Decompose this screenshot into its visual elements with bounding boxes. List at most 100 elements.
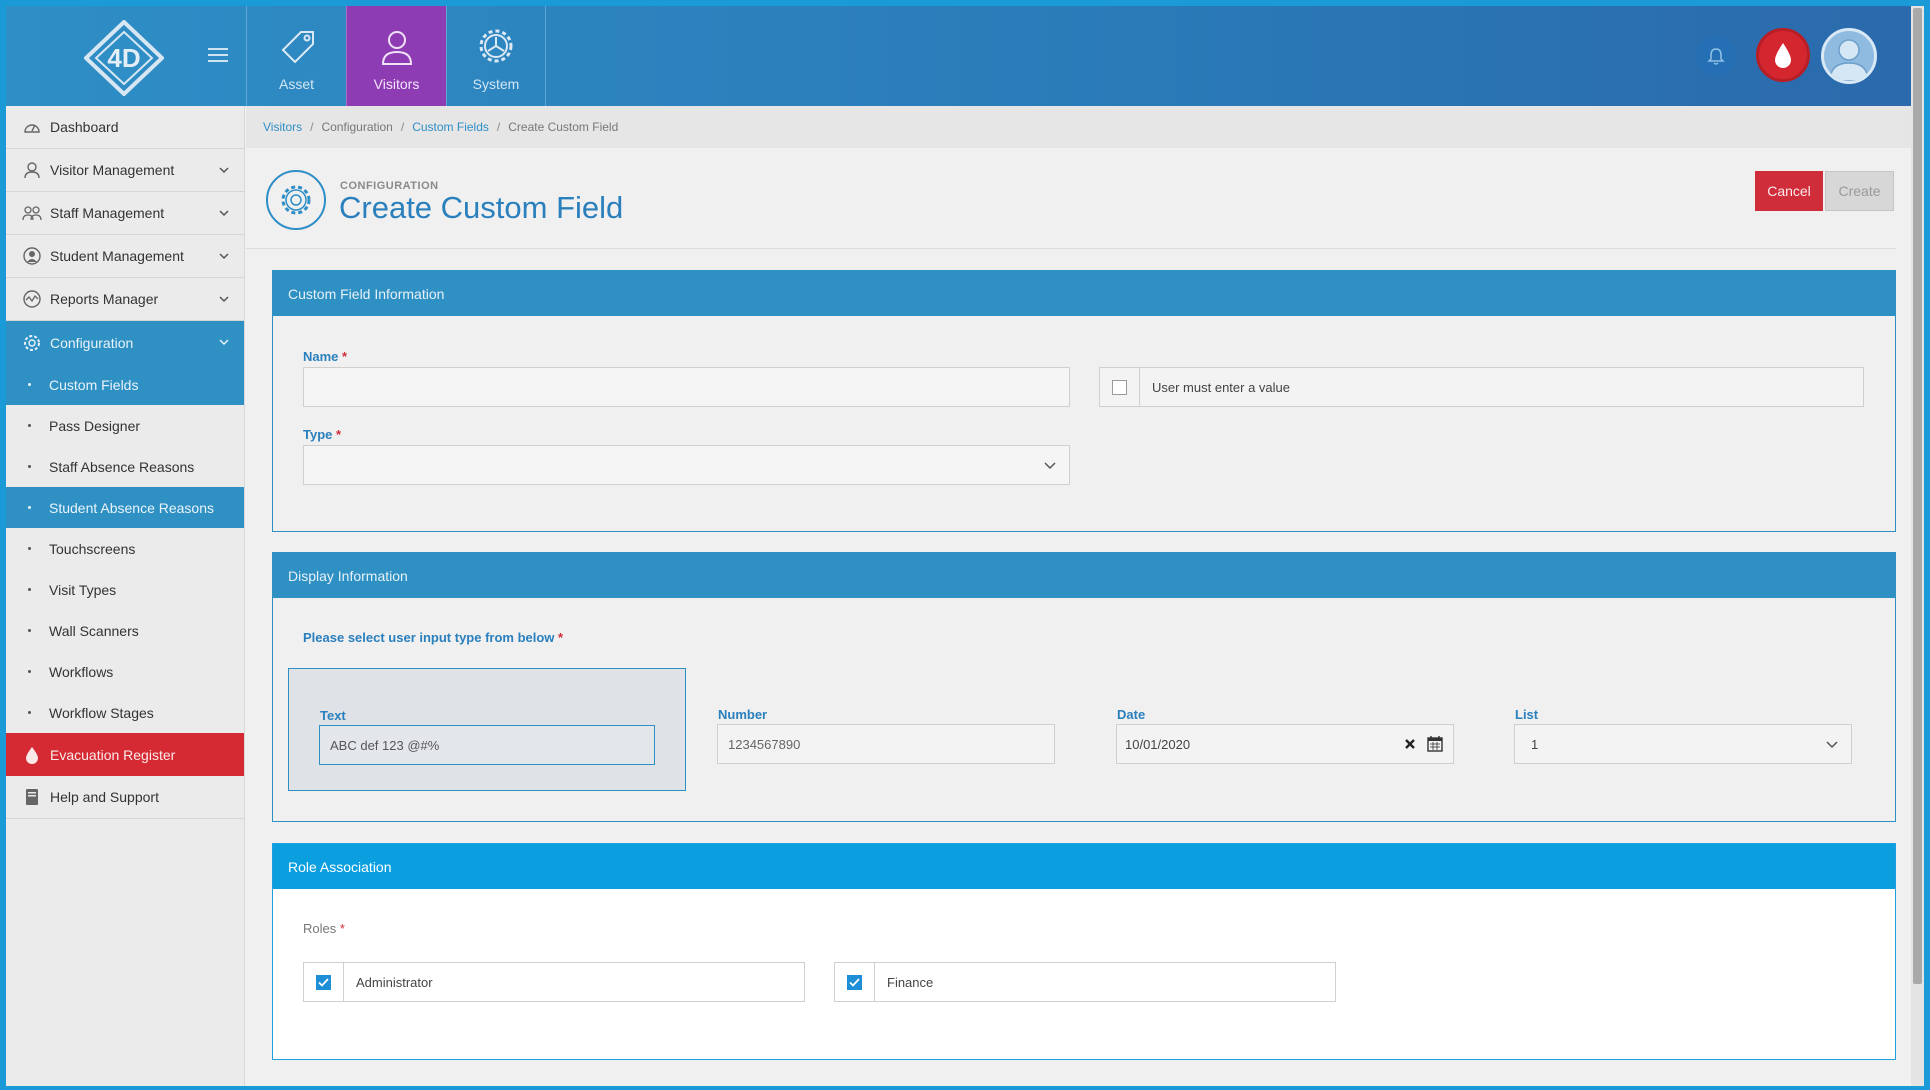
sidebar-item-student-management[interactable]: Student Management (6, 235, 244, 278)
sidebar-item-label: Dashboard (50, 119, 119, 135)
roles-label: Roles * (303, 921, 345, 936)
sidebar-item-help-and-support[interactable]: Help and Support (6, 776, 244, 819)
sidebar-subitem-wall-scanners[interactable]: Wall Scanners (6, 610, 244, 651)
name-input[interactable] (303, 367, 1070, 407)
sidebar-item-label: Reports Manager (50, 291, 159, 307)
panel-title: Role Association (273, 844, 1895, 889)
chevron-down-icon (218, 163, 230, 179)
sidebar-subitem-label: Custom Fields (49, 376, 139, 393)
finance-checkbox[interactable] (847, 974, 862, 990)
display-information-panel: Display Information Please select user i… (272, 552, 1896, 822)
sidebar-subitem-workflow-stages[interactable]: Workflow Stages (6, 692, 244, 733)
role-label: Finance (887, 974, 934, 990)
gear-icon (22, 333, 42, 353)
sidebar-subitem-label: Staff Absence Reasons (49, 458, 195, 475)
evacuation-drop-icon[interactable] (1756, 28, 1810, 82)
text-type-label: Text (320, 708, 346, 723)
sidebar-item-label: Visitor Management (50, 162, 175, 178)
breadcrumb-configuration: Configuration (321, 120, 393, 134)
staff-icon (22, 203, 42, 223)
chevron-down-icon (1825, 738, 1839, 753)
notification-bell-icon[interactable] (1696, 36, 1736, 76)
app-asset-label: Asset (278, 76, 314, 92)
breadcrumb-visitors[interactable]: Visitors (263, 120, 302, 134)
hamburger-menu-icon[interactable] (208, 48, 228, 64)
main-content: Visitors / Configuration / Custom Fields… (246, 106, 1911, 1086)
configuration-gear-icon (266, 170, 326, 230)
chevron-down-icon (218, 206, 230, 222)
text-type-sample-input[interactable]: ABC def 123 @#% (319, 725, 655, 765)
user-avatar[interactable] (1821, 28, 1877, 84)
input-type-prompt: Please select user input type from below… (303, 630, 564, 645)
role-association-panel: Role Association Roles * Administrator F… (272, 843, 1896, 1060)
number-type-sample-input[interactable]: 1234567890 (717, 724, 1055, 764)
cancel-button[interactable]: Cancel (1755, 171, 1823, 211)
sidebar-subitem-label: Touchscreens (49, 540, 136, 557)
sidebar-item-label: Configuration (50, 334, 134, 351)
type-select[interactable] (303, 445, 1070, 485)
sidebar-subitem-label: Visit Types (49, 581, 117, 598)
student-icon (22, 246, 42, 266)
page-header: CONFIGURATION Create Custom Field Cancel… (246, 148, 1911, 248)
sidebar-subitem-staff-absence-reasons[interactable]: Staff Absence Reasons (6, 446, 244, 487)
sidebar-item-configuration[interactable]: Configuration (6, 321, 244, 364)
administrator-checkbox[interactable] (316, 974, 331, 990)
sidebar-subitem-label: Wall Scanners (49, 622, 139, 639)
scrollbar[interactable] (1911, 6, 1924, 1086)
role-administrator[interactable]: Administrator (303, 962, 805, 1002)
chevron-down-icon (218, 249, 230, 265)
app-window: 4D Asset Visitors System Dashboard Visit… (6, 6, 1911, 1086)
sidebar-subitem-label: Student Absence Reasons (49, 499, 215, 516)
calendar-icon[interactable] (1427, 735, 1443, 755)
role-label: Administrator (356, 974, 433, 990)
top-bar: 4D Asset Visitors System (6, 6, 1911, 106)
book-icon (22, 787, 42, 807)
app-asset[interactable]: Asset (246, 6, 346, 106)
svg-text:4D: 4D (107, 43, 140, 73)
sidebar-subitem-label: Workflows (49, 663, 114, 680)
create-button[interactable]: Create (1825, 171, 1894, 211)
list-type-sample-select[interactable]: 1 (1514, 724, 1852, 764)
sidebar-item-staff-management[interactable]: Staff Management (6, 192, 244, 235)
sidebar-item-label: Help and Support (50, 789, 159, 805)
required-checkbox-group[interactable]: User must enter a value (1099, 367, 1864, 407)
chevron-down-icon (218, 335, 230, 351)
panel-title: Custom Field Information (273, 271, 1895, 316)
required-checkbox[interactable] (1112, 379, 1127, 395)
app-visitors[interactable]: Visitors (346, 6, 446, 106)
panel-title: Display Information (273, 553, 1895, 598)
required-checkbox-label: User must enter a value (1152, 379, 1291, 395)
visitor-icon (22, 160, 42, 180)
breadcrumb-current: Create Custom Field (508, 120, 619, 134)
sidebar-item-dashboard[interactable]: Dashboard (6, 106, 244, 149)
list-type-label: List (1515, 707, 1539, 722)
sidebar-subitem-visit-types[interactable]: Visit Types (6, 569, 244, 610)
breadcrumb: Visitors / Configuration / Custom Fields… (246, 106, 1911, 148)
sidebar-item-label: Staff Management (50, 205, 165, 221)
sidebar-subitem-pass-designer[interactable]: Pass Designer (6, 405, 244, 446)
app-visitors-label: Visitors (373, 76, 420, 92)
reports-icon (22, 289, 42, 309)
sidebar-item-reports-manager[interactable]: Reports Manager (6, 278, 244, 321)
drop-icon (22, 745, 42, 765)
sidebar-subitem-student-absence-reasons[interactable]: Student Absence Reasons (6, 487, 244, 528)
scrollbar-thumb[interactable] (1913, 8, 1922, 984)
clear-date-icon[interactable] (1403, 737, 1417, 754)
sidebar-subitem-workflows[interactable]: Workflows (6, 651, 244, 692)
sidebar-subitem-custom-fields[interactable]: Custom Fields (6, 364, 244, 405)
sidebar-subitem-touchscreens[interactable]: Touchscreens (6, 528, 244, 569)
chevron-down-icon (1043, 459, 1057, 474)
role-finance[interactable]: Finance (834, 962, 1336, 1002)
dashboard-icon (22, 117, 42, 137)
sidebar-item-evacuation-register[interactable]: Evacuation Register (6, 733, 244, 776)
sidebar-item-label: Student Management (50, 248, 184, 264)
logo[interactable]: 4D (83, 19, 165, 97)
breadcrumb-custom-fields[interactable]: Custom Fields (412, 120, 489, 134)
app-system[interactable]: System (446, 6, 546, 106)
gear-icon (479, 29, 513, 63)
date-type-sample-input[interactable]: 10/01/2020 (1116, 724, 1454, 764)
chevron-down-icon (218, 292, 230, 308)
custom-field-information-panel: Custom Field Information Name * User mus… (272, 270, 1896, 532)
sidebar: Dashboard Visitor Management Staff Manag… (6, 106, 245, 1086)
sidebar-item-visitor-management[interactable]: Visitor Management (6, 149, 244, 192)
